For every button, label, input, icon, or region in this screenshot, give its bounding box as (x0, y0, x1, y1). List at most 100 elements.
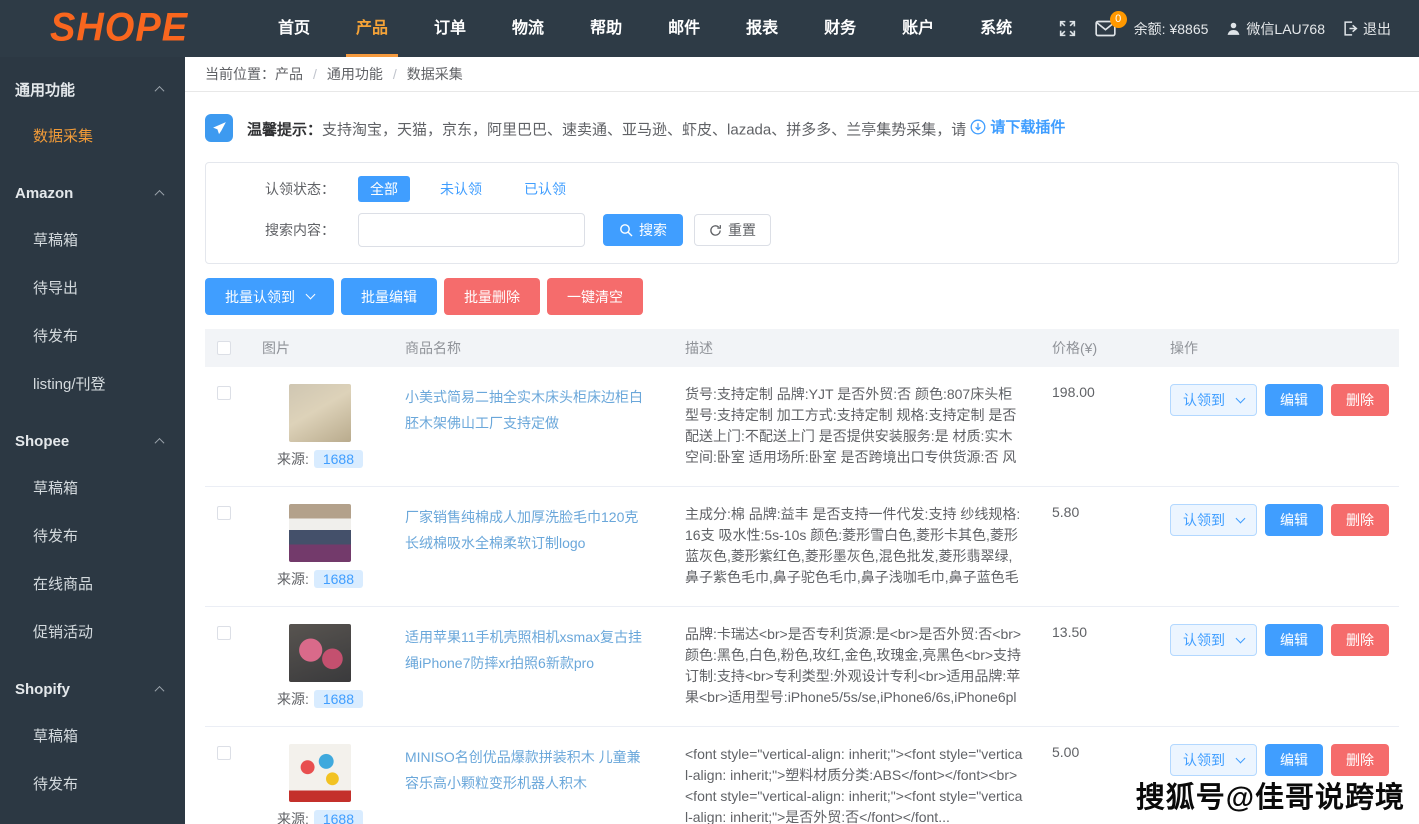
claim-to-label: 认领到 (1183, 390, 1225, 410)
sidebar-section-通用功能[interactable]: 通用功能 (0, 65, 185, 113)
nav-item-首页[interactable]: 首页 (262, 0, 326, 57)
source-badge[interactable]: 1688 (314, 570, 363, 588)
edit-button[interactable]: 编辑 (1265, 624, 1323, 656)
row-checkbox[interactable] (217, 386, 231, 400)
product-name-link[interactable]: 适用苹果11手机壳照相机xsmax复古挂绳iPhone7防摔xr拍照6新款pro (395, 624, 675, 676)
product-description: 货号:支持定制 品牌:YJT 是否外贸:否 颜色:807床头柜 型号:支持定制 … (675, 384, 1045, 469)
claim-option-全部[interactable]: 全部 (358, 176, 410, 202)
product-thumbnail[interactable] (289, 744, 351, 802)
claim-to-button[interactable]: 认领到 (1170, 384, 1257, 416)
sidebar-section-Amazon[interactable]: Amazon (0, 169, 185, 217)
fullscreen-icon[interactable] (1058, 19, 1077, 38)
claim-option-已认领[interactable]: 已认领 (524, 181, 566, 197)
batch-claim-to-label: 批量认领到 (225, 287, 295, 307)
sidebar-item-数据采集[interactable]: 数据采集 (0, 113, 185, 161)
search-content-label: 搜索内容： (230, 220, 335, 240)
sidebar-item-待发布[interactable]: 待发布 (0, 313, 185, 361)
download-plugin-link[interactable]: 请下载插件 (970, 116, 1065, 137)
delete-button[interactable]: 删除 (1331, 624, 1389, 656)
product-price: 13.50 (1045, 624, 1165, 640)
sidebar-item-待发布[interactable]: 待发布 (0, 761, 185, 809)
main-panel: 当前位置： 产品/通用功能/数据采集 温馨提示：支持淘宝，天猫，京东，阿里巴巴、… (185, 57, 1419, 824)
select-all-checkbox[interactable] (217, 341, 231, 355)
chevron-down-icon (306, 290, 316, 300)
table-row: 来源: 1688 适用苹果11手机壳照相机xsmax复古挂绳iPhone7防摔x… (205, 607, 1399, 727)
breadcrumb-item[interactable]: 数据采集 (407, 66, 463, 82)
sidebar-item-在线商品[interactable]: 在线商品 (0, 809, 185, 824)
sidebar-section-label: Shopee (15, 433, 69, 450)
nav-item-系统[interactable]: 系统 (964, 0, 1028, 57)
nav-item-帮助[interactable]: 帮助 (574, 0, 638, 57)
nav-item-邮件[interactable]: 邮件 (652, 0, 716, 57)
messages-button[interactable]: 0 (1095, 20, 1116, 37)
batch-claim-to-button[interactable]: 批量认领到 (205, 278, 334, 315)
nav-item-物流[interactable]: 物流 (496, 0, 560, 57)
search-button[interactable]: 搜索 (603, 214, 683, 246)
row-checkbox[interactable] (217, 506, 231, 520)
notice-body: 支持淘宝，天猫，京东，阿里巴巴、速卖通、亚马逊、虾皮、lazada、拼多多、兰亭… (322, 122, 966, 139)
breadcrumb: 当前位置： 产品/通用功能/数据采集 (185, 57, 1419, 92)
claim-to-button[interactable]: 认领到 (1170, 624, 1257, 656)
batch-delete-button[interactable]: 批量删除 (444, 278, 540, 315)
source-badge[interactable]: 1688 (314, 690, 363, 708)
watermark-text: 搜狐号@佳哥说跨境 (1136, 774, 1405, 816)
logout-icon (1343, 21, 1358, 36)
logout-button[interactable]: 退出 (1343, 19, 1391, 39)
header-operations: 操作 (1165, 338, 1399, 358)
edit-button[interactable]: 编辑 (1265, 384, 1323, 416)
source-label: 来源: (277, 569, 309, 589)
product-thumbnail[interactable] (289, 504, 351, 562)
edit-button[interactable]: 编辑 (1265, 504, 1323, 536)
claim-to-label: 认领到 (1183, 510, 1225, 530)
download-icon (970, 119, 986, 135)
claim-option-未认领[interactable]: 未认领 (440, 181, 482, 197)
refresh-icon (709, 224, 722, 237)
sidebar-item-listing/刊登[interactable]: listing/刊登 (0, 361, 185, 409)
sidebar-section-Shopify[interactable]: Shopify (0, 665, 185, 713)
product-name-link[interactable]: MINISO名创优品爆款拼装积木 儿童兼容乐高小颗粒变形机器人积木 (395, 744, 675, 796)
user-icon (1226, 21, 1241, 36)
clear-all-button[interactable]: 一键清空 (547, 278, 643, 315)
delete-button[interactable]: 删除 (1331, 744, 1389, 776)
product-thumbnail[interactable] (289, 624, 351, 682)
sidebar-item-草稿箱[interactable]: 草稿箱 (0, 713, 185, 761)
nav-item-订单[interactable]: 订单 (418, 0, 482, 57)
top-navbar: SHOPE 首页产品订单物流帮助邮件报表财务账户系统 0 余额: ¥8865 (0, 0, 1419, 57)
product-thumbnail[interactable] (289, 384, 351, 442)
product-name-link[interactable]: 小美式简易二抽全实木床头柜床边柜白胚木架佛山工厂支持定做 (395, 384, 675, 436)
source-badge[interactable]: 1688 (314, 450, 363, 468)
row-checkbox[interactable] (217, 746, 231, 760)
source-badge[interactable]: 1688 (314, 810, 363, 824)
claim-to-button[interactable]: 认领到 (1170, 504, 1257, 536)
header-desc: 描述 (675, 338, 1045, 358)
balance-label: 余额: ¥8865 (1134, 19, 1209, 39)
nav-item-产品[interactable]: 产品 (340, 0, 404, 57)
sidebar-item-待导出[interactable]: 待导出 (0, 265, 185, 313)
user-menu[interactable]: 微信LAU768 (1226, 19, 1325, 39)
sidebar-item-草稿箱[interactable]: 草稿箱 (0, 217, 185, 265)
claim-to-button[interactable]: 认领到 (1170, 744, 1257, 776)
edit-button[interactable]: 编辑 (1265, 744, 1323, 776)
batch-edit-button[interactable]: 批量编辑 (341, 278, 437, 315)
delete-button[interactable]: 删除 (1331, 384, 1389, 416)
product-price: 5.00 (1045, 744, 1165, 760)
sidebar-item-草稿箱[interactable]: 草稿箱 (0, 465, 185, 513)
source-label: 来源: (277, 689, 309, 709)
delete-button[interactable]: 删除 (1331, 504, 1389, 536)
search-input[interactable] (358, 213, 585, 247)
breadcrumb-item[interactable]: 通用功能 (327, 66, 383, 82)
sidebar-item-在线商品[interactable]: 在线商品 (0, 561, 185, 609)
header-price: 价格(¥) (1045, 338, 1165, 358)
nav-item-财务[interactable]: 财务 (808, 0, 872, 57)
nav-item-账户[interactable]: 账户 (886, 0, 950, 57)
breadcrumb-item[interactable]: 产品 (275, 66, 303, 82)
reset-button[interactable]: 重置 (694, 214, 771, 246)
shope-logo[interactable]: SHOPE (0, 6, 255, 51)
nav-item-报表[interactable]: 报表 (730, 0, 794, 57)
sidebar-item-待发布[interactable]: 待发布 (0, 513, 185, 561)
breadcrumb-separator: / (313, 66, 317, 82)
sidebar-section-Shopee[interactable]: Shopee (0, 417, 185, 465)
row-checkbox[interactable] (217, 626, 231, 640)
sidebar-item-促销活动[interactable]: 促销活动 (0, 609, 185, 657)
product-name-link[interactable]: 厂家销售纯棉成人加厚洗脸毛巾120克长绒棉吸水全棉柔软订制logo (395, 504, 675, 556)
